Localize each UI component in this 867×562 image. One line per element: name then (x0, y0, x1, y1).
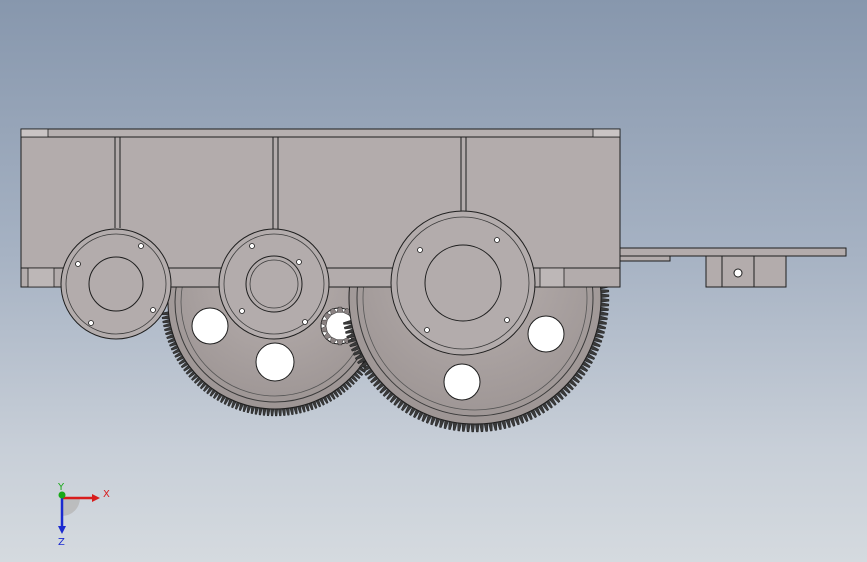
triad-plane (62, 498, 80, 516)
bearing-cap-right[interactable] (390, 210, 536, 356)
axis-triad: X Y Z (57, 482, 110, 548)
z-axis-arrowhead (58, 526, 66, 534)
graphics-viewport[interactable]: X Y Z (0, 0, 867, 562)
bearing-cap-left[interactable] (60, 228, 172, 340)
mounting-arm[interactable] (619, 247, 847, 288)
x-axis-label: X (103, 489, 110, 500)
bearing-cap-middle[interactable] (218, 228, 330, 340)
gearbox-model[interactable] (0, 0, 867, 562)
gear-left-hole (191, 307, 229, 345)
x-axis-arrowhead (92, 494, 100, 502)
z-axis-label: Z (58, 537, 65, 548)
gear-right-hole (527, 315, 565, 353)
y-axis-label: Y (57, 482, 65, 493)
gear-right-hole (443, 363, 481, 401)
gear-left-hole (255, 342, 295, 382)
bolt-hole (733, 268, 743, 278)
